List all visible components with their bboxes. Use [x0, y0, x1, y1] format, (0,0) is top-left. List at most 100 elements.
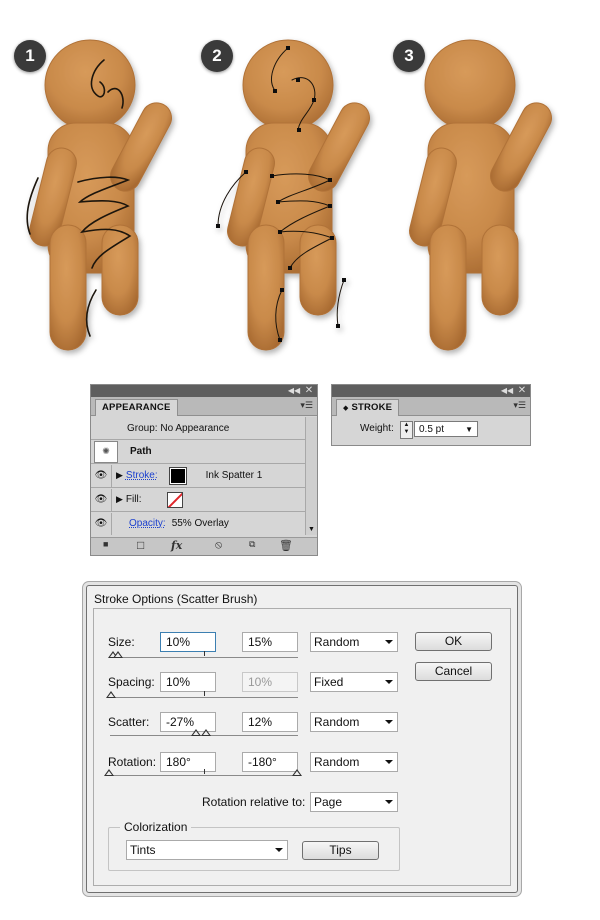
tab-stroke[interactable]: ◆ STROKE — [336, 399, 400, 416]
path-label: Path — [130, 446, 152, 457]
rotation-max-input[interactable]: -180° — [242, 752, 298, 772]
rotation-relative-label: Rotation relative to: — [202, 795, 306, 809]
size-min-input[interactable]: 10% — [160, 632, 216, 652]
gingerbread-man-1 — [25, 39, 178, 351]
gingerbread-man-3 — [405, 39, 558, 351]
weight-label: Weight: — [360, 423, 394, 434]
weight-select[interactable]: 0.5 pt ▼ — [414, 421, 478, 437]
tips-button[interactable]: Tips — [302, 841, 379, 860]
dialog-body: Size: 10% 15% Random Spacing: 10% 10% Fi… — [93, 608, 511, 886]
gingerbread-man-2 — [216, 39, 376, 351]
appearance-bottom-bar: ■ □ fx ⦸ ⧉ 🗑 — [91, 537, 317, 555]
panel-menu-icon[interactable]: ▾☰ — [513, 400, 526, 411]
gingerbread-artwork — [25, 39, 558, 351]
stroke-tab-label: STROKE — [351, 402, 393, 413]
scatter-min-thumb[interactable] — [191, 729, 201, 736]
opacity-link[interactable]: Opacity: — [129, 518, 166, 529]
fill-swatch-none[interactable] — [167, 491, 184, 508]
fill-row[interactable]: 👁 ▶ Fill: — [91, 488, 305, 512]
size-max-thumb[interactable] — [113, 651, 123, 658]
rotation-min-thumb[interactable] — [104, 769, 114, 776]
spacing-label: Spacing: — [108, 675, 155, 689]
rotation-relative-select[interactable]: Page — [310, 792, 398, 812]
eye-icon[interactable]: 👁 — [91, 488, 112, 511]
slider-center-tick — [204, 691, 205, 696]
expand-options-icon[interactable]: ◆ — [343, 405, 349, 412]
spacing-thumb[interactable] — [106, 691, 116, 698]
rotation-min-input[interactable]: 180° — [160, 752, 216, 772]
scatter-mode-value: Random — [314, 715, 360, 729]
spacing-max-input: 10% — [242, 672, 298, 692]
rotation-label: Rotation: — [108, 755, 157, 769]
clear-appearance-icon[interactable]: ⦸ — [215, 539, 222, 552]
rotation-relative-value: Page — [314, 795, 343, 809]
chevron-down-icon — [385, 680, 393, 684]
close-icon[interactable]: ✕ — [516, 385, 528, 397]
appearance-panel: ◀◀ ✕ APPEARANCE ▾☰ Group: No Appearance … — [90, 384, 318, 556]
rotation-mode-value: Random — [314, 755, 360, 769]
new-item-icon[interactable]: □ — [137, 538, 144, 552]
appearance-scrollbar[interactable]: ▼ — [305, 417, 317, 535]
stroke-swatch[interactable] — [168, 466, 187, 485]
collapse-icon[interactable]: ◀◀ — [500, 385, 514, 397]
step-badge-3: 3 — [393, 40, 425, 72]
chevron-down-icon — [275, 848, 283, 852]
delete-icon[interactable]: 🗑 — [279, 539, 293, 552]
spacing-mode-select[interactable]: Fixed — [310, 672, 398, 692]
slider-center-tick — [204, 769, 205, 774]
size-label: Size: — [108, 635, 135, 649]
scatter-mode-select[interactable]: Random — [310, 712, 398, 732]
size-slider-track[interactable] — [110, 657, 298, 658]
gingerbread-illustration: 1 2 3 — [0, 0, 600, 370]
eye-icon[interactable]: 👁 — [91, 464, 112, 487]
fx-icon[interactable]: fx — [171, 539, 182, 552]
scatter-label: Scatter: — [108, 715, 150, 729]
rotation-slider-track[interactable] — [110, 775, 298, 776]
weight-stepper[interactable]: ▲ ▼ — [400, 421, 413, 439]
stroke-brush-name: Ink Spatter 1 — [205, 470, 263, 481]
size-max-input[interactable]: 15% — [242, 632, 298, 652]
colorization-method-value: Tints — [130, 843, 156, 857]
path-row[interactable]: ✺ Path — [91, 440, 305, 464]
rotation-mode-select[interactable]: Random — [310, 752, 398, 772]
opacity-value: 55% Overlay — [171, 518, 229, 529]
spacing-min-input[interactable]: 10% — [160, 672, 216, 692]
collapse-icon[interactable]: ◀◀ — [287, 385, 301, 397]
slider-center-tick — [204, 651, 205, 656]
scroll-down-icon[interactable]: ▼ — [308, 526, 315, 533]
duplicate-item-icon[interactable]: ⧉ — [249, 539, 255, 550]
panel-title-bar[interactable]: ◀◀ ✕ — [91, 385, 317, 397]
group-row: Group: No Appearance — [91, 417, 305, 440]
stroke-row[interactable]: 👁 ▶ Stroke: Ink Spatter 1 — [91, 464, 305, 488]
chevron-down-icon — [385, 800, 393, 804]
eye-icon[interactable]: 👁 — [91, 512, 112, 535]
new-art-basic-icon[interactable]: ■ — [103, 539, 108, 549]
group-label: Group: No Appearance — [127, 422, 230, 434]
colorization-label: Colorization — [120, 820, 192, 834]
cancel-button[interactable]: Cancel — [415, 662, 492, 681]
step-badge-2: 2 — [201, 40, 233, 72]
scatter-max-input[interactable]: 12% — [242, 712, 298, 732]
step-badge-1: 1 — [14, 40, 46, 72]
spacing-slider-track[interactable] — [110, 697, 298, 698]
appearance-tab-row: APPEARANCE ▾☰ — [91, 397, 317, 416]
scatter-max-thumb[interactable] — [201, 729, 211, 736]
close-icon[interactable]: ✕ — [303, 385, 315, 397]
disclosure-triangle-icon[interactable]: ▶ — [116, 494, 123, 505]
opacity-row[interactable]: 👁 Opacity: 55% Overlay — [91, 512, 305, 535]
spacing-mode-value: Fixed — [314, 675, 344, 689]
chevron-down-icon — [385, 760, 393, 764]
size-mode-select[interactable]: Random — [310, 632, 398, 652]
colorization-method-select[interactable]: Tints — [126, 840, 288, 860]
stroke-link[interactable]: Stroke: — [126, 470, 158, 481]
panel-menu-icon[interactable]: ▾☰ — [300, 400, 313, 411]
disclosure-triangle-icon[interactable]: ▶ — [116, 470, 123, 481]
tab-appearance[interactable]: APPEARANCE — [95, 399, 178, 416]
weight-value: 0.5 pt — [419, 424, 445, 435]
ok-button[interactable]: OK — [415, 632, 492, 651]
panel-title-bar[interactable]: ◀◀ ✕ — [332, 385, 530, 397]
chevron-down-icon — [385, 640, 393, 644]
size-mode-value: Random — [314, 635, 360, 649]
rotation-max-thumb[interactable] — [292, 769, 302, 776]
fill-label: Fill: — [125, 494, 142, 505]
